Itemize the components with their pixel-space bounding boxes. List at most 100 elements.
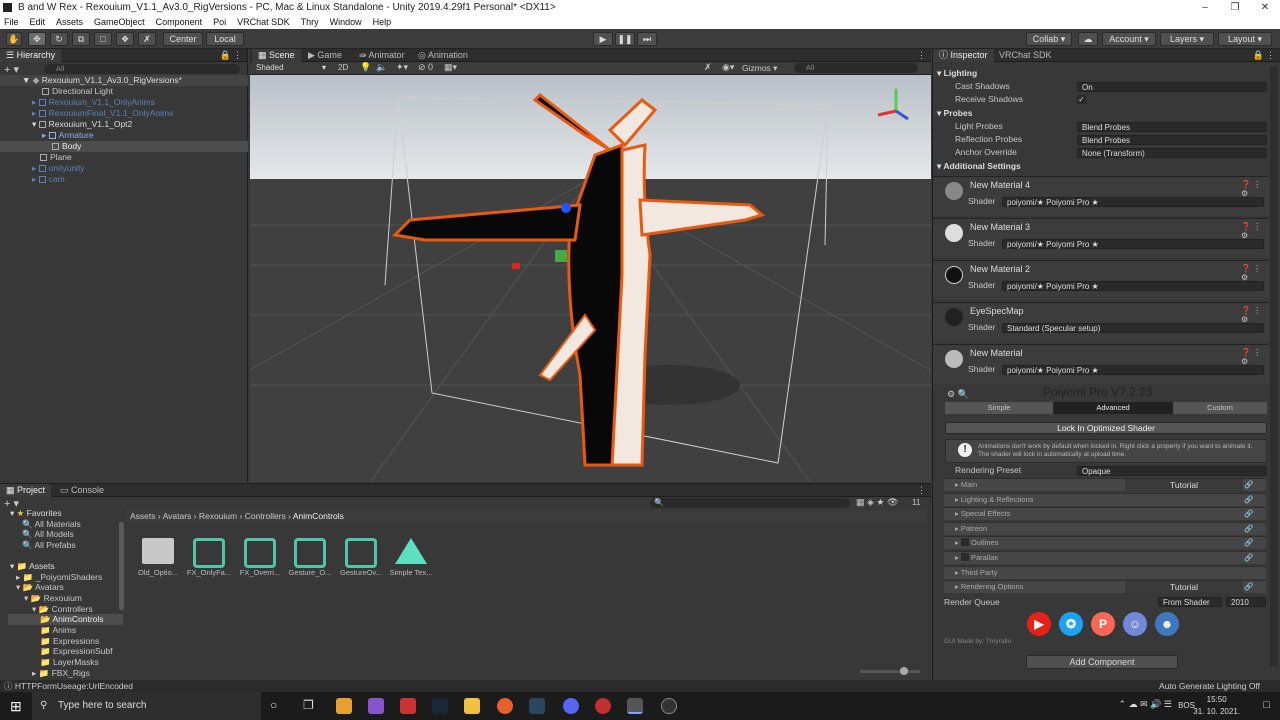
- material-item[interactable]: New Material 3 Shader poiyomi/★ Poiyomi …: [933, 218, 1269, 258]
- layers-dropdown[interactable]: Layers ▾: [1160, 32, 1214, 46]
- render-queue-dropdown[interactable]: From Shader: [1158, 597, 1222, 607]
- tree-item[interactable]: ▾ 📂 Rexouium: [8, 593, 123, 604]
- patreon-icon[interactable]: P: [1091, 612, 1115, 636]
- steam-app-icon[interactable]: [432, 698, 448, 714]
- vrchat-app-icon[interactable]: [368, 698, 384, 714]
- tree-item[interactable]: ▸ 📁 FBX_Rigs: [8, 668, 123, 679]
- inspector-scrollbar[interactable]: [1270, 66, 1278, 666]
- file-explorer-icon[interactable]: [464, 698, 480, 714]
- tree-item[interactable]: 🔍 All Materials: [8, 519, 123, 530]
- play-button[interactable]: ▶: [593, 32, 613, 46]
- breadcrumb-item[interactable]: Avatars: [163, 511, 192, 521]
- menu-window[interactable]: Window: [330, 15, 362, 29]
- hierarchy-item[interactable]: ▸ unityunity: [0, 163, 248, 174]
- twitter-icon[interactable]: ✪: [1059, 612, 1083, 636]
- section-parallax[interactable]: ▸ Parallax 🔗: [944, 551, 1266, 564]
- tab-hierarchy[interactable]: ☰ Hierarchy: [0, 49, 62, 62]
- menu-kebab-icon[interactable]: ⋮: [233, 49, 242, 62]
- section-outlines[interactable]: ▸ Outlines 🔗: [944, 536, 1266, 549]
- link-icon[interactable]: 🔗: [1244, 508, 1253, 520]
- cast-shadows-dropdown[interactable]: On: [1077, 82, 1267, 92]
- rendering-preset-dropdown[interactable]: Opaque: [1077, 466, 1267, 476]
- asset-item[interactable]: Gesture_O...: [287, 538, 333, 588]
- menu-assets[interactable]: Assets: [56, 15, 83, 29]
- tree-item[interactable]: ▾ 📂 Avatars: [8, 582, 123, 593]
- section-rendering-options[interactable]: ▸ Rendering Options Tutorial 🔗: [944, 580, 1266, 593]
- effects-icon[interactable]: ✦▾: [396, 62, 408, 73]
- shading-mode-dropdown[interactable]: Shaded ▾: [252, 63, 328, 73]
- hierarchy-item-selected[interactable]: Body: [0, 141, 248, 152]
- material-item[interactable]: New Material 4 Shader poiyomi/★ Poiyomi …: [933, 176, 1269, 216]
- shader-dropdown[interactable]: poiyomi/★ Poiyomi Pro ★: [1002, 365, 1264, 375]
- hierarchy-item[interactable]: ▸ Rexouium_V1.1_OnlyAnims: [0, 97, 248, 108]
- tree-item-selected[interactable]: 📂 AnimControls: [8, 614, 123, 626]
- project-search-input[interactable]: 🔍: [650, 498, 850, 508]
- lock-icon[interactable]: 🔒: [220, 49, 231, 62]
- windows-start-icon[interactable]: ⊞: [10, 698, 22, 715]
- tab-project[interactable]: ▦ Project: [0, 484, 52, 497]
- tree-item[interactable]: ▾ 📂 Controllers: [8, 604, 123, 615]
- cortana-icon[interactable]: ○: [270, 698, 277, 712]
- tree-item[interactable]: 📁 Anims: [8, 625, 123, 636]
- menu-edit[interactable]: Edit: [30, 15, 46, 29]
- asset-item[interactable]: FX_OnlyFa...: [186, 538, 232, 588]
- help-settings-icon[interactable]: ❓ ⋮ ⚙: [1241, 180, 1269, 198]
- lock-icon[interactable]: 🔒: [1253, 49, 1264, 62]
- system-tray-icons[interactable]: ⌃ ☁ ✉ 🔊 ☰: [1119, 699, 1172, 710]
- breadcrumb-item[interactable]: AnimControls: [293, 511, 344, 521]
- link-icon[interactable]: 🔗: [1244, 537, 1253, 549]
- cloud-icon[interactable]: ☁: [1078, 32, 1098, 46]
- hand-tool-icon[interactable]: ✋: [6, 32, 22, 46]
- link-icon[interactable]: 🔗: [1244, 581, 1253, 593]
- material-item[interactable]: EyeSpecMap Shader Standard (Specular set…: [933, 302, 1269, 342]
- hierarchy-item[interactable]: ▸ RexouiumFinal_V1.1_OnlyAnims: [0, 108, 248, 119]
- scene-viewport[interactable]: [250, 75, 931, 482]
- tree-scrollbar[interactable]: [119, 522, 124, 610]
- tree-item[interactable]: ▸ 📁 _PoiyomiShaders: [8, 572, 123, 583]
- maximize-icon[interactable]: ❐: [1220, 0, 1250, 15]
- menu-kebab-icon[interactable]: ⋮: [1266, 49, 1275, 62]
- section-main[interactable]: ▸ Main Tutorial 🔗: [944, 478, 1266, 491]
- shader-dropdown[interactable]: poiyomi/★ Poiyomi Pro ★: [1002, 197, 1264, 207]
- material-item[interactable]: New Material 2 Shader poiyomi/★ Poiyomi …: [933, 260, 1269, 300]
- tab-vrchat-sdk[interactable]: VRChat SDK: [993, 49, 1058, 62]
- tutorial-button[interactable]: Tutorial: [1125, 581, 1243, 593]
- asset-item[interactable]: Old_Optio...: [135, 538, 181, 588]
- lock-in-shader-button[interactable]: Lock In Optimized Shader: [945, 422, 1267, 434]
- hierarchy-item[interactable]: Directional Light: [0, 86, 248, 97]
- outlines-checkbox[interactable]: [960, 538, 969, 546]
- account-dropdown[interactable]: Account ▾: [1102, 32, 1156, 46]
- tab-game[interactable]: ▶ Game: [302, 49, 348, 62]
- red-app-icon[interactable]: [400, 698, 416, 714]
- asset-item[interactable]: GestureOv...: [338, 538, 384, 588]
- additional-settings-foldout[interactable]: ▾ Additional Settings: [933, 160, 1269, 173]
- add-component-button[interactable]: Add Component: [1026, 655, 1178, 669]
- minimize-icon[interactable]: –: [1190, 0, 1220, 15]
- rotate-tool-icon[interactable]: ↻: [50, 32, 68, 46]
- tree-item[interactable]: 📁 ExpressionSubf: [8, 646, 123, 657]
- link-icon[interactable]: 🔗: [1244, 479, 1253, 491]
- tree-item[interactable]: 📁 Expressions: [8, 636, 123, 647]
- hierarchy-search-input[interactable]: All: [44, 64, 240, 74]
- menu-gameobject[interactable]: GameObject: [94, 15, 145, 29]
- scale-tool-icon[interactable]: ⧉: [72, 32, 90, 46]
- receive-shadows-checkbox[interactable]: ✓: [1077, 95, 1086, 104]
- asset-item[interactable]: Simple Tex...: [388, 538, 434, 588]
- settings-gear-icon[interactable]: ⚙ 🔍: [947, 389, 969, 400]
- tree-assets[interactable]: ▾ 📁 Assets: [8, 561, 123, 572]
- shader-dropdown[interactable]: poiyomi/★ Poiyomi Pro ★: [1002, 281, 1264, 291]
- auto-lighting-status[interactable]: Auto Generate Lighting Off: [1159, 680, 1260, 692]
- tab-scene[interactable]: ▦ Scene: [252, 49, 301, 62]
- tab-custom[interactable]: Custom: [1173, 402, 1267, 414]
- shader-dropdown[interactable]: Standard (Specular setup): [1002, 323, 1264, 333]
- tab-console[interactable]: ▭ Console: [54, 484, 110, 497]
- zoom-slider-handle[interactable]: [900, 667, 908, 675]
- gizmos-dropdown[interactable]: Gizmos ▾: [742, 63, 777, 74]
- camera-icon[interactable]: ◉▾: [722, 62, 734, 73]
- clock[interactable]: 15:50 31. 10. 2021.: [1193, 694, 1240, 718]
- steam-icon[interactable]: [529, 698, 545, 714]
- section-lighting-reflections[interactable]: ▸ Lighting & Reflections 🔗: [944, 493, 1266, 506]
- zoom-slider[interactable]: [860, 667, 920, 675]
- obs-app-icon[interactable]: [595, 698, 611, 714]
- tree-item[interactable]: 🔍 All Prefabs: [8, 540, 123, 551]
